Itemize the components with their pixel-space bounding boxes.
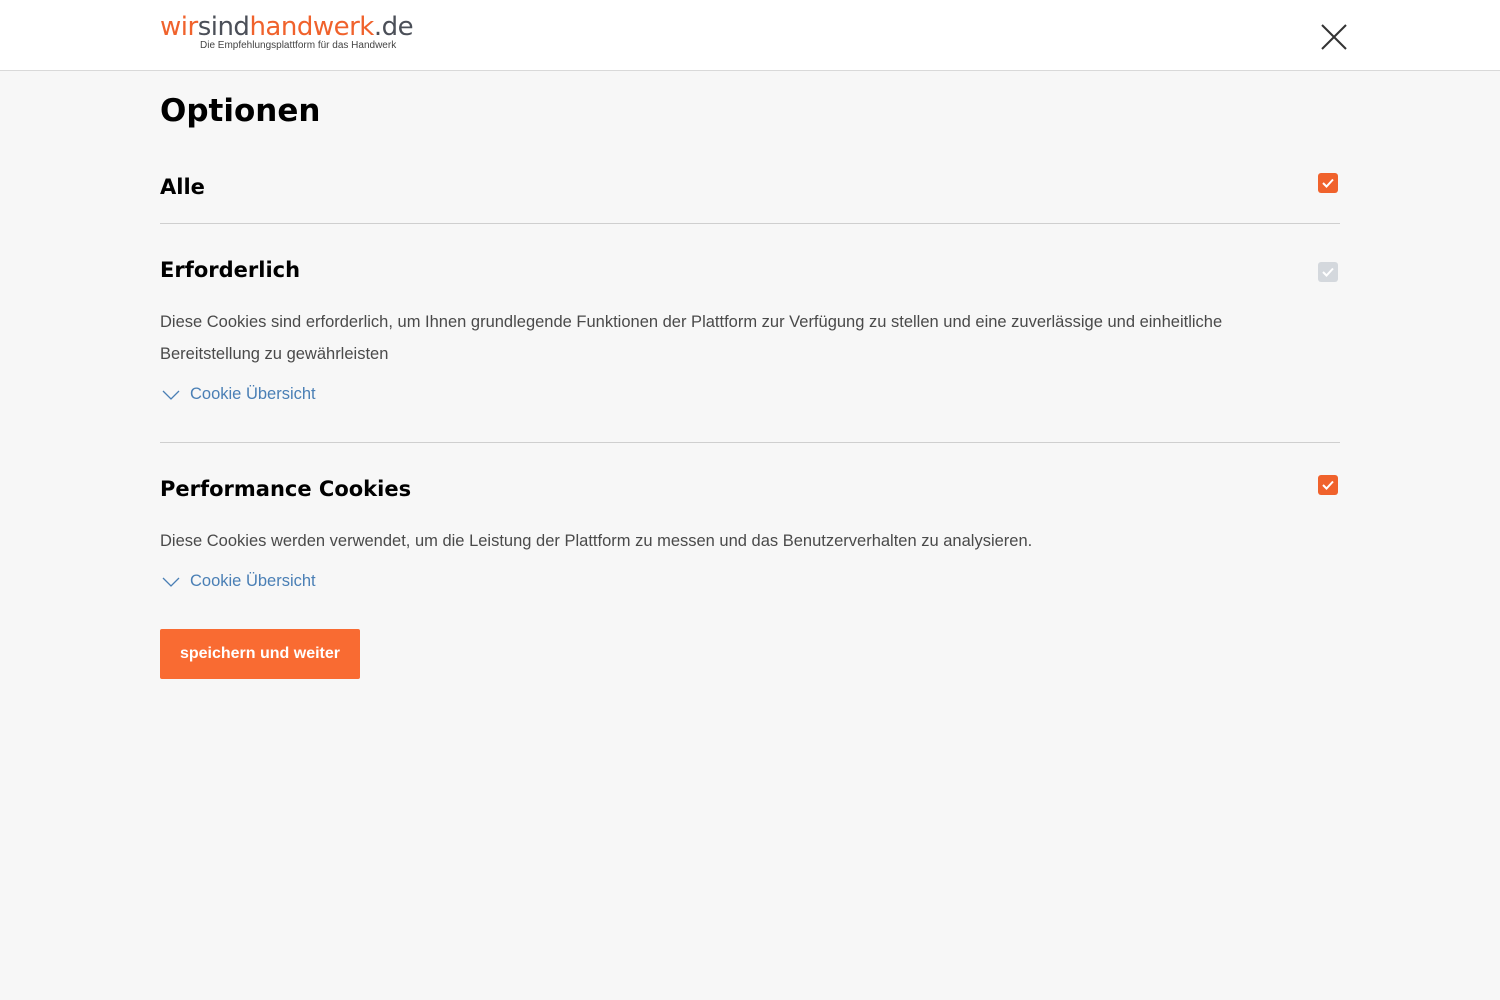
cookie-overview-link-erforderlich[interactable]: Cookie Übersicht (162, 385, 316, 404)
checkbox-alle[interactable] (1318, 173, 1338, 193)
save-and-continue-button[interactable]: speichern und weiter (160, 629, 360, 679)
section-description-performance: Diese Cookies werden verwendet, um die L… (160, 532, 1033, 550)
check-icon (1322, 178, 1334, 188)
section-title-erforderlich: Erforderlich (160, 258, 301, 282)
section-description-erforderlich: Diese Cookies sind erforderlich, um Ihne… (160, 313, 1223, 363)
logo-wordmark: wirsindhandwerk.de (160, 12, 414, 42)
close-icon (1321, 24, 1347, 50)
logo-part-wir: wir (160, 12, 198, 42)
divider (160, 223, 1340, 224)
logo-part-sind: sind (197, 12, 250, 42)
check-icon (1322, 267, 1334, 277)
divider (160, 442, 1340, 443)
cookie-overview-label: Cookie Übersicht (190, 572, 316, 590)
logo-tagline: Die Empfehlungsplattform für das Handwer… (200, 40, 397, 51)
page-title: Optionen (160, 93, 321, 129)
cookie-overview-link-performance[interactable]: Cookie Übersicht (162, 572, 316, 591)
section-title-alle: Alle (160, 175, 205, 199)
logo-part-handwerk: handwerk (249, 12, 374, 42)
close-button[interactable] (1318, 21, 1350, 53)
section-title-performance: Performance Cookies (160, 477, 412, 501)
header: wirsindhandwerk.de Die Empfehlungsplattf… (0, 0, 1500, 71)
logo-part-de: .de (373, 12, 414, 42)
chevron-down-icon (162, 577, 180, 587)
check-icon (1322, 480, 1334, 490)
checkbox-erforderlich[interactable] (1318, 262, 1338, 282)
cookie-overview-label: Cookie Übersicht (190, 385, 316, 403)
chevron-down-icon (162, 390, 180, 400)
checkbox-performance[interactable] (1318, 475, 1338, 495)
logo[interactable]: wirsindhandwerk.de Die Empfehlungsplattf… (160, 12, 414, 51)
